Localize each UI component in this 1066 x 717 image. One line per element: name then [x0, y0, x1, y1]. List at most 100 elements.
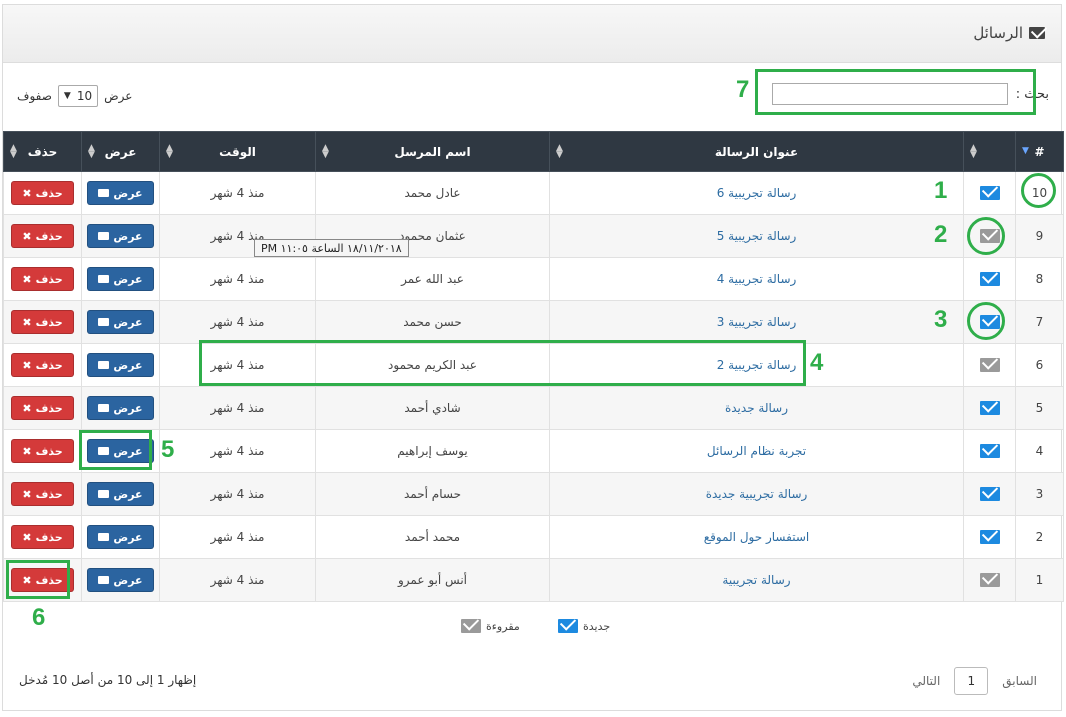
envelope-icon: [98, 533, 110, 541]
table-row: 8 رسالة تجريبية 4 عبد الله عمر منذ 4 شهر عرض…: [3, 257, 1064, 301]
subject-link[interactable]: استفسار حول الموقع: [704, 530, 809, 544]
col-header-view[interactable]: عرض ▲ ▼: [81, 131, 160, 172]
row-delete-cell: حذف ✖: [3, 171, 82, 215]
subject-link[interactable]: رسالة تجريبية 5: [717, 229, 797, 243]
row-status: [963, 171, 1016, 215]
row-subject[interactable]: استفسار حول الموقع: [549, 515, 964, 559]
page-number-1[interactable]: 1: [954, 667, 989, 695]
view-button[interactable]: عرض: [87, 568, 154, 592]
annotation-number: 5: [161, 436, 175, 463]
view-button[interactable]: عرض: [87, 310, 154, 334]
view-button[interactable]: عرض: [87, 482, 154, 506]
view-button[interactable]: عرض: [87, 396, 154, 420]
delete-button[interactable]: حذف ✖: [11, 439, 74, 463]
envelope-icon: [98, 275, 110, 283]
col-header-subject[interactable]: عنوان الرسالة ▲ ▼: [549, 131, 964, 172]
delete-button[interactable]: حذف ✖: [11, 525, 74, 549]
row-sender: محمد أحمد: [315, 515, 550, 559]
envelope-icon[interactable]: [979, 530, 1000, 545]
row-view-cell: عرض: [81, 558, 160, 602]
row-view-cell: عرض: [81, 257, 160, 301]
length-before-label: عرض: [104, 89, 133, 103]
envelope-icon[interactable]: [979, 358, 1000, 373]
row-subject[interactable]: رسالة تجريبية 6: [549, 171, 964, 215]
length-value: 10: [76, 89, 93, 103]
row-subject[interactable]: رسالة تجريبية: [549, 558, 964, 602]
row-subject[interactable]: رسالة تجريبية 5: [549, 214, 964, 258]
subject-link[interactable]: رسالة جديدة: [725, 401, 788, 415]
view-label: عرض: [113, 229, 143, 243]
delete-button[interactable]: حذف ✖: [11, 396, 74, 420]
row-status: [963, 343, 1016, 387]
sort-icon: ▲ ▼: [556, 143, 563, 160]
delete-label: حذف: [35, 401, 63, 415]
row-subject[interactable]: رسالة تجريبية 3: [549, 300, 964, 344]
table-footer: إظهار 1 إلى 10 من أصل 10 مُدخل السابق 1 …: [3, 657, 1063, 705]
view-button[interactable]: عرض: [87, 224, 154, 248]
view-label: عرض: [113, 358, 143, 372]
length-select[interactable]: 10 ▼: [57, 85, 99, 107]
view-button[interactable]: عرض: [87, 267, 154, 291]
delete-button[interactable]: حذف ✖: [11, 267, 74, 291]
col-header-id[interactable]: # ▼: [1015, 131, 1064, 172]
view-button[interactable]: عرض: [87, 181, 154, 205]
annotation-box-row: [199, 340, 806, 386]
delete-button[interactable]: حذف ✖: [11, 224, 74, 248]
subject-link[interactable]: رسالة تجريبية 6: [717, 186, 797, 200]
delete-button[interactable]: حذف ✖: [11, 181, 74, 205]
legend: جديدة مقروءة: [3, 609, 1063, 645]
legend-read: مقروءة: [461, 619, 520, 633]
subject-link[interactable]: رسالة تجريبية 4: [717, 272, 797, 286]
col-header-time[interactable]: الوقت ▲ ▼: [159, 131, 316, 172]
panel-title-text: الرسائل: [973, 24, 1023, 42]
close-icon: ✖: [22, 229, 32, 243]
envelope-icon: [98, 189, 110, 197]
envelope-icon[interactable]: [979, 487, 1000, 502]
envelope-icon[interactable]: [979, 272, 1000, 287]
row-id: 7: [1015, 300, 1064, 344]
subject-link[interactable]: رسالة تجريبية جديدة: [706, 487, 808, 501]
row-subject[interactable]: تجربة نظام الرسائل: [549, 429, 964, 473]
annotation-number: 1: [934, 177, 948, 204]
delete-button[interactable]: حذف ✖: [11, 353, 74, 377]
date-tooltip: ١٨/١١/٢٠١٨ الساعة ١١:٠٥ PM: [254, 239, 409, 257]
row-subject[interactable]: رسالة تجريبية 4: [549, 257, 964, 301]
subject-link[interactable]: رسالة تجريبية: [722, 573, 790, 587]
col-header-delete[interactable]: حذف ▲ ▼: [3, 131, 82, 172]
delete-button[interactable]: حذف ✖: [11, 482, 74, 506]
delete-label: حذف: [35, 444, 63, 458]
row-delete-cell: حذف ✖: [3, 343, 82, 387]
subject-link[interactable]: رسالة تجريبية 3: [717, 315, 797, 329]
row-delete-cell: حذف ✖: [3, 214, 82, 258]
row-delete-cell: حذف ✖: [3, 386, 82, 430]
row-view-cell: عرض: [81, 515, 160, 559]
subject-link[interactable]: تجربة نظام الرسائل: [707, 444, 806, 458]
next-page-link[interactable]: التالي: [912, 674, 940, 688]
envelope-icon[interactable]: [979, 186, 1000, 201]
view-button[interactable]: عرض: [87, 353, 154, 377]
row-subject[interactable]: رسالة تجريبية جديدة: [549, 472, 964, 516]
row-delete-cell: حذف ✖: [3, 300, 82, 344]
annotation-box-search: [755, 69, 1036, 115]
table-info: إظهار 1 إلى 10 من أصل 10 مُدخل: [19, 673, 197, 687]
annotation-circle-id: [1021, 173, 1056, 208]
sort-icon: ▲ ▼: [166, 143, 173, 160]
envelope-icon: [98, 576, 110, 584]
delete-label: حذف: [35, 186, 63, 200]
row-subject[interactable]: رسالة جديدة: [549, 386, 964, 430]
annotation-box-delete: [6, 560, 70, 599]
col-header-sender[interactable]: اسم المرسل ▲ ▼: [315, 131, 550, 172]
col-header-status[interactable]: ▲ ▼: [963, 131, 1016, 172]
row-status: [963, 257, 1016, 301]
envelope-icon: [461, 619, 481, 633]
row-id: 9: [1015, 214, 1064, 258]
envelope-icon: [98, 361, 110, 369]
row-delete-cell: حذف ✖: [3, 429, 82, 473]
prev-page-link[interactable]: السابق: [1002, 674, 1037, 688]
envelope-icon[interactable]: [979, 444, 1000, 459]
delete-button[interactable]: حذف ✖: [11, 310, 74, 334]
envelope-icon[interactable]: [979, 401, 1000, 416]
row-id: 2: [1015, 515, 1064, 559]
view-button[interactable]: عرض: [87, 525, 154, 549]
envelope-icon[interactable]: [979, 573, 1000, 588]
